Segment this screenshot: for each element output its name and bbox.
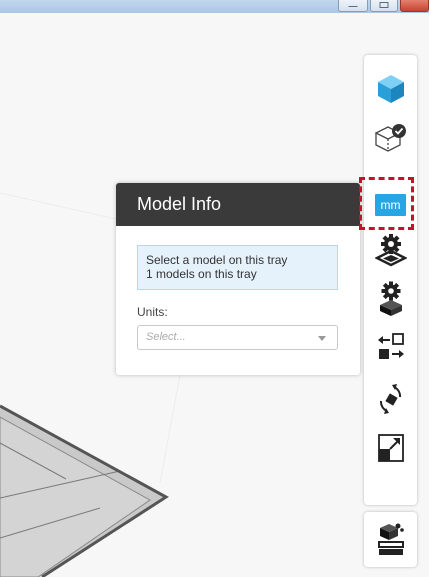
cube-check-icon: [374, 124, 406, 152]
print-button[interactable]: [364, 517, 417, 561]
scale-icon: [377, 434, 404, 462]
info-line-select: Select a model on this tray: [146, 253, 288, 267]
units-label: Units:: [137, 305, 168, 319]
tray-settings-button[interactable]: [364, 229, 417, 273]
maximize-button[interactable]: [370, 0, 398, 12]
model-info-panel: Model Info Select a model on this tray 1…: [116, 183, 360, 375]
panel-title: Model Info: [116, 183, 360, 226]
add-model-button[interactable]: [364, 67, 417, 111]
move-button[interactable]: [364, 325, 417, 369]
gear-tray-icon: [374, 234, 407, 267]
cube-icon: [377, 75, 404, 103]
model-settings-button[interactable]: [364, 277, 417, 321]
build-tray: [0, 404, 169, 577]
right-toolbar: mm: [364, 55, 417, 505]
units-select[interactable]: Select...: [137, 325, 338, 350]
scale-button[interactable]: [364, 426, 417, 470]
tray-info-box: Select a model on this tray 1 models on …: [137, 245, 338, 290]
minimize-icon: [348, 6, 358, 7]
units-placeholder: Select...: [146, 331, 186, 343]
rotate-icon: [379, 384, 401, 414]
minimize-button[interactable]: [338, 0, 368, 12]
chevron-down-icon: [318, 336, 326, 341]
info-line-count: 1 models on this tray: [146, 267, 257, 281]
rotate-button[interactable]: [364, 377, 417, 421]
print-icon: [377, 523, 404, 555]
maximize-icon: [379, 2, 389, 8]
move-icon: [377, 333, 404, 359]
bottom-toolbar: [364, 512, 417, 567]
close-button[interactable]: [400, 0, 429, 12]
gear-cube-icon: [379, 281, 402, 316]
highlight-marker: [359, 177, 414, 230]
check-model-button[interactable]: [364, 115, 417, 159]
